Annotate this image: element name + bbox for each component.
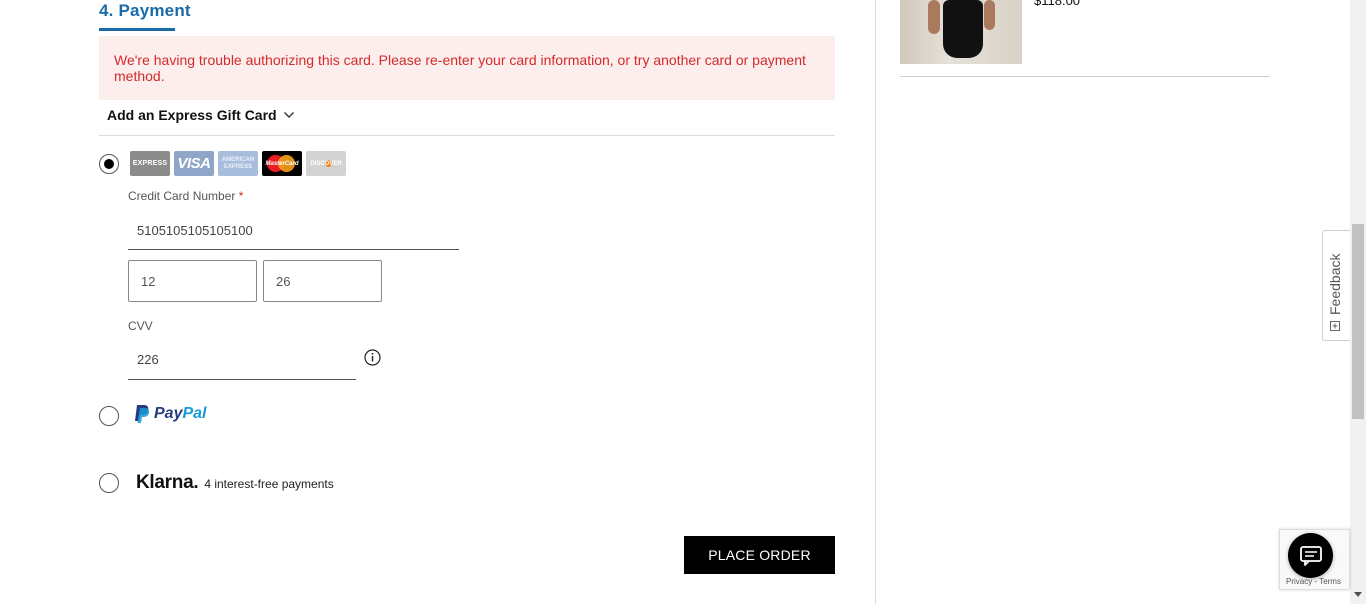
scrollbar-thumb[interactable] bbox=[1352, 224, 1364, 419]
cvv-input[interactable] bbox=[128, 340, 356, 380]
recaptcha-links[interactable]: Privacy - Terms bbox=[1286, 577, 1341, 586]
product-image[interactable] bbox=[900, 0, 1022, 64]
add-gift-card-toggle[interactable]: Add an Express Gift Card bbox=[107, 105, 295, 125]
card-number-input[interactable] bbox=[128, 211, 459, 250]
info-icon[interactable] bbox=[364, 349, 381, 366]
klarna-option[interactable]: Klarna. 4 interest-free payments bbox=[136, 472, 334, 494]
card-error-message: We're having trouble authorizing this ca… bbox=[99, 36, 835, 100]
paypal-pay-text: Pay bbox=[154, 405, 183, 422]
mastercard-card-icon: MasterCard bbox=[262, 151, 302, 176]
chat-icon bbox=[1299, 545, 1322, 566]
payment-section-title: 4. Payment bbox=[99, 1, 191, 20]
feedback-label: Feedback bbox=[1327, 253, 1343, 315]
amex-card-icon: AMERICAN EXPRESS bbox=[218, 151, 258, 176]
expiration-month-input[interactable] bbox=[128, 260, 257, 302]
divider bbox=[99, 135, 835, 136]
klarna-subtitle: 4 interest-free payments bbox=[204, 477, 334, 491]
section-title-underline bbox=[99, 28, 175, 31]
product-price: $118.00 bbox=[1034, 0, 1081, 8]
required-marker: * bbox=[238, 189, 244, 203]
cvv-label: CVV bbox=[128, 319, 153, 333]
visa-card-icon: VISA bbox=[174, 151, 214, 176]
gift-card-label: Add an Express Gift Card bbox=[107, 107, 277, 123]
chat-button[interactable] bbox=[1288, 533, 1333, 578]
accepted-cards: EXPRESS VISA AMERICAN EXPRESS MasterCard… bbox=[130, 151, 346, 176]
paypal-pal-text: Pal bbox=[182, 405, 207, 422]
express-card-icon: EXPRESS bbox=[130, 151, 170, 176]
paypal-icon bbox=[135, 405, 150, 423]
klarna-radio[interactable] bbox=[99, 473, 119, 493]
discover-card-icon: DISCOVER bbox=[306, 151, 346, 176]
place-order-button[interactable]: PLACE ORDER bbox=[684, 536, 835, 574]
paypal-logo[interactable]: PayPal bbox=[134, 404, 206, 424]
feedback-icon bbox=[1330, 321, 1340, 331]
credit-card-radio[interactable] bbox=[99, 154, 119, 174]
chevron-down-icon bbox=[283, 112, 294, 118]
expiration-year-input[interactable] bbox=[263, 260, 382, 302]
card-number-label: Credit Card Number * bbox=[128, 189, 244, 203]
feedback-tab[interactable]: Feedback bbox=[1322, 230, 1350, 341]
column-divider bbox=[875, 0, 876, 604]
checkout-page: 4. Payment We're having trouble authoriz… bbox=[0, 0, 1366, 604]
klarna-logo: Klarna. bbox=[136, 472, 199, 493]
scroll-down-arrow-icon[interactable] bbox=[1354, 592, 1362, 597]
summary-divider bbox=[900, 76, 1270, 77]
error-text: We're having trouble authorizing this ca… bbox=[114, 52, 806, 84]
paypal-radio[interactable] bbox=[99, 406, 119, 426]
